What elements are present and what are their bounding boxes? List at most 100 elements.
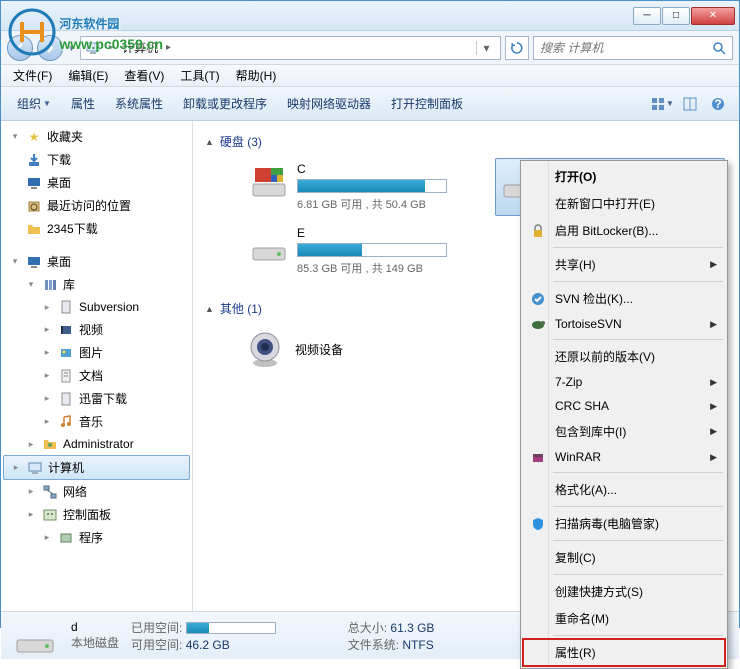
cm-scan[interactable]: 扫描病毒(电脑管家) <box>523 510 725 537</box>
sidebar-recent[interactable]: 最近访问的位置 <box>1 194 192 217</box>
cm-open[interactable]: 打开(O) <box>523 163 725 190</box>
expand-icon[interactable]: ▸ <box>41 370 53 381</box>
expand-icon[interactable]: ▸ <box>25 439 37 450</box>
search-icon[interactable] <box>712 41 726 55</box>
uninstall-button[interactable]: 卸载或更改程序 <box>175 91 275 116</box>
titlebar[interactable]: ─ □ ✕ <box>1 1 739 31</box>
desktop-icon <box>25 254 43 270</box>
chevron-right-icon[interactable]: ▸ <box>105 42 118 53</box>
maximize-button[interactable]: □ <box>662 7 690 25</box>
fs-label: 文件系统: <box>348 638 399 652</box>
cm-tortoise[interactable]: TortoiseSVN▶ <box>523 312 725 336</box>
drive-label: E <box>297 226 471 240</box>
preview-pane-button[interactable] <box>677 92 703 116</box>
document-icon <box>57 299 75 315</box>
sidebar-controlpanel[interactable]: ▸控制面板 <box>1 503 192 526</box>
cm-winrar[interactable]: WinRAR▶ <box>523 445 725 469</box>
cm-bitlocker[interactable]: 启用 BitLocker(B)... <box>523 217 725 244</box>
sidebar-subversion[interactable]: ▸Subversion <box>1 296 192 318</box>
library-icon <box>41 277 59 293</box>
cm-copy[interactable]: 复制(C) <box>523 544 725 571</box>
bitlocker-icon <box>529 222 547 240</box>
expand-icon[interactable]: ▸ <box>41 416 53 427</box>
sidebar-videos[interactable]: ▸视频 <box>1 318 192 341</box>
properties-button[interactable]: 属性 <box>63 91 103 116</box>
expand-icon[interactable]: ▸ <box>41 532 53 543</box>
chevron-right-icon[interactable]: ▸ <box>162 42 175 53</box>
picture-icon <box>57 345 75 361</box>
system-properties-button[interactable]: 系统属性 <box>107 91 171 116</box>
sidebar-desktop-root[interactable]: ▾桌面 <box>1 250 192 273</box>
collapse-icon[interactable]: ▾ <box>25 279 37 290</box>
cm-7zip[interactable]: 7-Zip▶ <box>523 370 725 394</box>
drive-c[interactable]: C 6.81 GB 可用 , 共 50.4 GB <box>245 158 475 216</box>
cm-shortcut[interactable]: 创建快捷方式(S) <box>523 578 725 605</box>
sidebar-music[interactable]: ▸音乐 <box>1 410 192 433</box>
folder-icon <box>25 221 43 237</box>
organize-button[interactable]: 组织▼ <box>9 91 59 116</box>
map-drive-button[interactable]: 映射网络驱动器 <box>279 91 379 116</box>
close-button[interactable]: ✕ <box>691 7 735 25</box>
sidebar-2345[interactable]: 2345下载 <box>1 217 192 240</box>
menu-tools[interactable]: 工具(T) <box>172 64 227 87</box>
sidebar-admin[interactable]: ▸Administrator <box>1 433 192 455</box>
cm-restore[interactable]: 还原以前的版本(V) <box>523 343 725 370</box>
command-bar: 组织▼ 属性 系统属性 卸载或更改程序 映射网络驱动器 打开控制面板 ▼ ? <box>1 87 739 121</box>
document-icon <box>57 368 75 384</box>
desktop-icon <box>25 175 43 191</box>
sidebar-documents[interactable]: ▸文档 <box>1 364 192 387</box>
cm-addtolib[interactable]: 包含到库中(I)▶ <box>523 418 725 445</box>
cm-properties[interactable]: 属性(R) <box>523 639 725 666</box>
refresh-icon <box>510 41 524 55</box>
refresh-button[interactable] <box>505 36 529 60</box>
expand-icon[interactable]: ▸ <box>10 462 22 473</box>
section-hdd[interactable]: ▲硬盘 (3) <box>205 129 727 154</box>
menu-edit[interactable]: 编辑(E) <box>60 64 116 87</box>
breadcrumb-computer[interactable]: 计算机 <box>122 39 158 56</box>
expand-icon[interactable]: ▸ <box>25 486 37 497</box>
cm-new-window[interactable]: 在新窗口中打开(E) <box>523 190 725 217</box>
computer-icon <box>26 460 44 476</box>
status-type: 本地磁盘 <box>71 634 119 651</box>
cm-svn-checkout[interactable]: SVN 检出(K)... <box>523 285 725 312</box>
cm-share[interactable]: 共享(H)▶ <box>523 251 725 278</box>
search-box[interactable] <box>533 36 733 60</box>
menu-view[interactable]: 查看(V) <box>116 64 172 87</box>
expand-icon[interactable]: ▸ <box>41 393 53 404</box>
sidebar-library[interactable]: ▾库 <box>1 273 192 296</box>
expand-icon[interactable]: ▸ <box>25 509 37 520</box>
sidebar-favorites[interactable]: ▾★收藏夹 <box>1 125 192 148</box>
drive-free-text: 6.81 GB 可用 , 共 50.4 GB <box>297 196 471 212</box>
address-bar[interactable]: ▸ 计算机 ▸ ▾ <box>80 36 501 60</box>
expand-icon[interactable]: ▸ <box>41 324 53 335</box>
drive-e[interactable]: E 85.3 GB 可用 , 共 149 GB <box>245 222 475 280</box>
menu-help[interactable]: 帮助(H) <box>228 64 285 87</box>
chevron-right-icon: ▶ <box>710 377 717 388</box>
sidebar-programs[interactable]: ▸程序 <box>1 526 192 549</box>
collapse-icon[interactable]: ▾ <box>9 256 21 267</box>
star-icon: ★ <box>25 129 43 145</box>
expand-icon[interactable]: ▸ <box>41 302 53 313</box>
sidebar-desktop-fav[interactable]: 桌面 <box>1 171 192 194</box>
cm-format[interactable]: 格式化(A)... <box>523 476 725 503</box>
cm-crc[interactable]: CRC SHA▶ <box>523 394 725 418</box>
sidebar-network[interactable]: ▸网络 <box>1 480 192 503</box>
sidebar-xunlei[interactable]: ▸迅雷下载 <box>1 387 192 410</box>
fs-value: NTFS <box>402 638 433 652</box>
sidebar-computer[interactable]: ▸计算机 <box>3 455 190 480</box>
expand-icon[interactable]: ▸ <box>41 347 53 358</box>
menu-file[interactable]: 文件(F) <box>5 64 60 87</box>
address-dropdown[interactable]: ▾ <box>476 41 496 55</box>
forward-button[interactable] <box>37 35 63 61</box>
sidebar-downloads[interactable]: 下载 <box>1 148 192 171</box>
minimize-button[interactable]: ─ <box>633 7 661 25</box>
help-button[interactable]: ? <box>705 92 731 116</box>
sidebar-pictures[interactable]: ▸图片 <box>1 341 192 364</box>
search-input[interactable] <box>540 41 712 55</box>
chevron-right-icon: ▶ <box>710 426 717 437</box>
control-panel-button[interactable]: 打开控制面板 <box>383 91 471 116</box>
back-button[interactable] <box>7 35 33 61</box>
nav-history-dropdown[interactable]: ▼ <box>67 43 76 53</box>
collapse-icon[interactable]: ▾ <box>9 131 21 142</box>
view-mode-button[interactable]: ▼ <box>649 92 675 116</box>
